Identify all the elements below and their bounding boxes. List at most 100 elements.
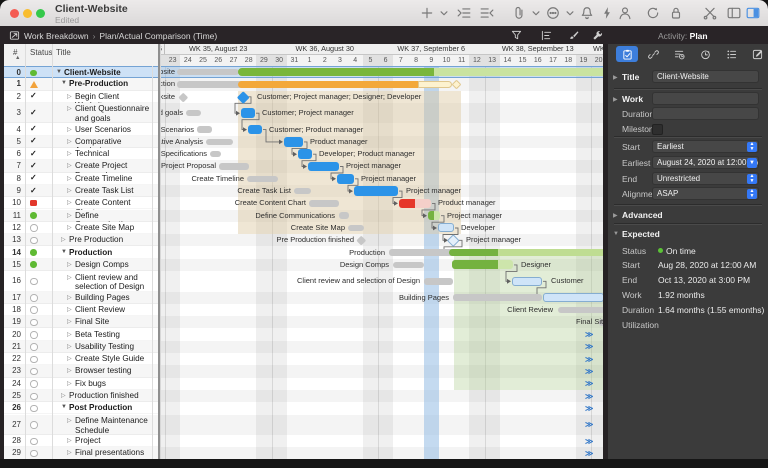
panel-left-icon[interactable] [727,6,741,20]
disclosure-expanded-icon[interactable]: ▼ [61,80,67,86]
breadcrumb-view-name[interactable]: Plan/Actual Comparison (Time) [99,31,217,41]
planned-bar[interactable] [309,200,339,207]
disclosure-collapsed-icon[interactable]: ▷ [67,417,72,424]
brush-icon[interactable] [568,30,579,41]
close-window-button[interactable] [10,9,19,18]
disclosure-expanded-icon[interactable]: ▼ [61,249,67,255]
disclosure-collapsed-icon[interactable]: ▷ [67,318,72,325]
milestone-checkbox[interactable] [652,124,663,135]
timeline-day-header[interactable]: 2 [317,55,333,66]
planned-bar[interactable] [210,151,221,158]
table-row[interactable]: 3✓▷Client Questionnaire and goals [4,103,158,124]
table-row[interactable]: 13▷Pre Production finished [4,234,158,246]
timeline-day-header[interactable]: 1 [302,55,318,66]
timeline-week-header[interactable]: WK 37, September 6 [378,44,486,54]
chevron-down-icon[interactable] [437,6,451,20]
timeline-day-header[interactable]: 9 [424,55,440,66]
disclosure-collapsed-icon[interactable]: ▷ [67,93,72,100]
offscreen-task-chevron-icon[interactable]: ≫ [585,420,592,429]
planned-bar[interactable] [197,126,212,133]
disclosure-expanded-icon[interactable]: ▼ [61,404,67,410]
lightning-icon[interactable] [600,6,614,20]
planned-bar[interactable] [177,69,239,76]
table-row[interactable]: 2✓▷Begin Client Worksite [4,91,158,103]
timeline-day-header[interactable]: 12 [469,55,485,66]
planned-bar[interactable] [219,163,249,170]
sync-icon[interactable] [646,6,660,20]
disclosure-collapsed-icon[interactable]: ▷ [67,162,72,169]
planned-bar[interactable] [424,278,453,285]
timeline-day-header[interactable]: 7 [393,55,409,66]
minimize-window-button[interactable] [23,9,32,18]
planned-bar[interactable] [206,139,233,146]
timeline-day-header[interactable]: 4 [348,55,364,66]
table-row[interactable]: 28▷Project Retrospective [4,435,158,447]
indent-icon[interactable] [457,6,471,20]
actual-bar[interactable] [241,108,255,118]
actual-bar[interactable] [399,199,415,209]
filter-icon[interactable] [511,30,522,41]
panel-right-icon[interactable] [746,6,760,20]
actual-bar[interactable] [238,68,434,76]
actual-bar[interactable] [449,249,498,257]
timeline-day-header[interactable]: 17 [545,55,561,66]
actual-bar[interactable] [452,260,498,269]
stepper-icon[interactable]: ▲▼ [747,142,757,152]
table-row[interactable]: 18▷Client Review [4,304,158,316]
timeline-day-header[interactable]: 18 [561,55,577,66]
table-row[interactable]: 27▷Define Maintenance Schedule [4,415,158,436]
scissors-icon[interactable] [703,6,717,20]
disclosure-collapsed-icon[interactable]: ▷ [67,367,72,374]
disclosure-collapsed-icon[interactable]: ▷ [67,274,72,281]
chevron-down-icon[interactable] [529,6,543,20]
column-header-title[interactable]: Title [56,48,71,57]
timeline-day-header[interactable]: 5 [363,55,379,66]
planned-bar[interactable] [186,110,201,117]
actual-bar[interactable] [337,174,354,184]
leveling-tab[interactable] [668,46,690,62]
table-row[interactable]: 22▷Create Style Guide [4,353,158,365]
history-tab[interactable] [694,46,716,62]
disclosure-collapsed-icon[interactable]: ▷ [67,343,72,350]
table-row[interactable]: 7✓▷Create Project Proposal [4,160,158,172]
planned-bar[interactable] [339,212,349,219]
offscreen-task-chevron-icon[interactable]: ≫ [585,355,592,364]
actual-bar[interactable] [238,81,418,89]
select-alignment-input[interactable]: ASAP▲▼ [652,187,759,200]
stepper-icon[interactable]: ▲▼ [747,174,757,184]
table-row[interactable]: 11▷Define Communications [4,210,158,222]
table-row[interactable]: 12▷Create Site Map [4,222,158,234]
disclosure-collapsed-icon[interactable]: ▷ [67,105,72,112]
table-row[interactable]: 10▷Create Content Chart [4,197,158,209]
table-row[interactable]: 17▷Building Pages [4,292,158,304]
actual-bar[interactable] [498,260,513,269]
timeline-week-header[interactable]: WK 36, August 30 [272,44,380,54]
timeline-day-header[interactable]: 10 [439,55,455,66]
planned-bar[interactable] [294,188,311,195]
activity-value[interactable]: Plan [690,31,708,41]
table-row[interactable]: 19▷Final Site Production [4,316,158,328]
table-row[interactable]: 20▷Beta Testing [4,328,158,340]
table-row[interactable]: 5✓▷Comparative Analysis [4,136,158,148]
offscreen-task-chevron-icon[interactable]: ≫ [585,392,592,401]
disclosure-collapsed-icon[interactable]: ▷ [67,437,72,444]
table-row[interactable]: 25▷Production finished [4,390,158,402]
actual-bar[interactable] [543,293,603,302]
disclosure-collapsed-icon[interactable]: ▷ [67,294,72,301]
disclosure-collapsed-icon[interactable]: ▶ [613,212,618,219]
outline-list-icon[interactable] [541,30,552,41]
timeline-day-header[interactable]: 24 [180,55,196,66]
timeline-day-header[interactable]: 25 [195,55,211,66]
timeline-day-header[interactable]: 29 [256,55,272,66]
attach-icon[interactable] [512,6,526,20]
actual-bar[interactable] [498,249,603,257]
offscreen-task-chevron-icon[interactable]: ≫ [585,379,592,388]
disclosure-collapsed-icon[interactable]: ▷ [67,126,72,133]
actual-bar[interactable] [308,162,339,172]
gantt-timeline-header[interactable]: WK 34, August 16WK 35, August 23WK 36, A… [161,44,603,67]
date-dropdown-icon[interactable]: ▼ [747,158,757,168]
planned-bar[interactable] [247,176,278,183]
table-row[interactable]: 29▷Final presentations [4,447,158,459]
actual-bar[interactable] [248,125,262,135]
disclosure-collapsed-icon[interactable]: ▷ [61,392,66,399]
